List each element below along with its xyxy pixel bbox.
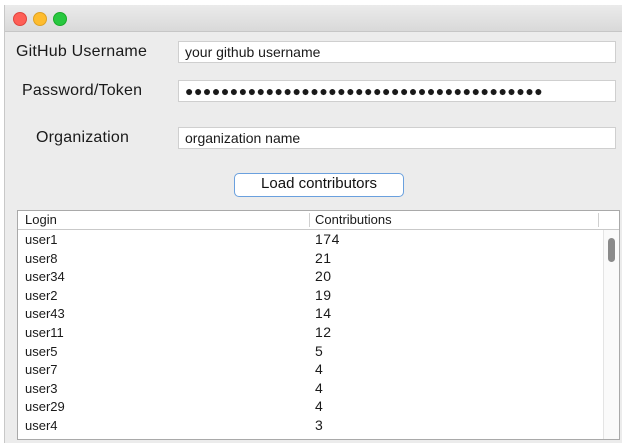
password-label: Password/Token: [22, 82, 143, 99]
login-cell: user11: [25, 324, 64, 340]
column-header-login[interactable]: Login: [25, 212, 57, 227]
table-row[interactable]: user7 4: [18, 360, 619, 379]
title-bar: [5, 5, 622, 32]
maximize-window-icon[interactable]: [53, 12, 67, 26]
login-cell: user34: [25, 269, 65, 285]
table-row[interactable]: user29 4: [18, 397, 619, 416]
close-window-icon[interactable]: [13, 12, 27, 26]
contributions-cell: 174: [315, 231, 340, 247]
organization-label: Organization: [36, 129, 130, 146]
table-row[interactable]: user43 14: [18, 304, 619, 323]
login-cell: user8: [25, 250, 58, 266]
vertical-scrollbar[interactable]: [603, 230, 619, 439]
contributions-cell: 4: [315, 379, 324, 396]
contributions-cell: 5: [315, 342, 324, 359]
login-cell: user1: [25, 232, 58, 247]
contributors-table: Login Contributions user1 174 user8 21 use…: [17, 210, 620, 440]
contributions-cell: 19: [315, 286, 332, 303]
login-cell: user29: [25, 399, 65, 415]
username-input[interactable]: your github username: [178, 41, 616, 63]
column-divider[interactable]: [309, 213, 310, 227]
contributions-cell: 21: [315, 249, 332, 266]
contributions-cell: 4: [315, 398, 324, 415]
table-body: user1 174 user8 21 user34 20 user2 19 user43…: [18, 230, 619, 435]
login-cell: user5: [25, 343, 58, 359]
contributions-cell: 12: [315, 323, 332, 340]
login-cell: user43: [25, 306, 65, 322]
login-cell: user7: [25, 362, 58, 378]
login-cell: user2: [25, 287, 58, 303]
app-window: GitHub Username your github username Pas…: [4, 5, 622, 443]
contributions-cell: 3: [315, 416, 324, 433]
password-input[interactable]: ●●●●●●●●●●●●●●●●●●●●●●●●●●●●●●●●●●●●●●●●: [178, 80, 616, 102]
column-divider[interactable]: [598, 213, 599, 227]
table-row[interactable]: user2 19: [18, 286, 619, 305]
table-row[interactable]: user5 5: [18, 342, 619, 361]
contributions-cell: 14: [315, 305, 332, 322]
contributions-cell: 20: [315, 268, 332, 285]
table-row[interactable]: user8 21: [18, 249, 619, 268]
username-label: GitHub Username: [16, 43, 148, 60]
table-header: Login Contributions: [18, 211, 619, 230]
table-row[interactable]: user4 3: [18, 416, 619, 435]
organization-input[interactable]: organization name: [178, 127, 616, 149]
table-row[interactable]: user34 20: [18, 267, 619, 286]
login-cell: user4: [25, 417, 58, 433]
column-header-contributions[interactable]: Contributions: [315, 212, 392, 227]
minimize-window-icon[interactable]: [33, 12, 47, 26]
table-row[interactable]: user3 4: [18, 379, 619, 398]
table-row[interactable]: user1 174: [18, 230, 619, 249]
login-cell: user3: [25, 380, 58, 396]
scrollbar-thumb[interactable]: [608, 238, 615, 262]
load-contributors-button[interactable]: Load contributors: [234, 173, 404, 197]
contributions-cell: 4: [315, 361, 324, 378]
table-row[interactable]: user11 12: [18, 323, 619, 342]
